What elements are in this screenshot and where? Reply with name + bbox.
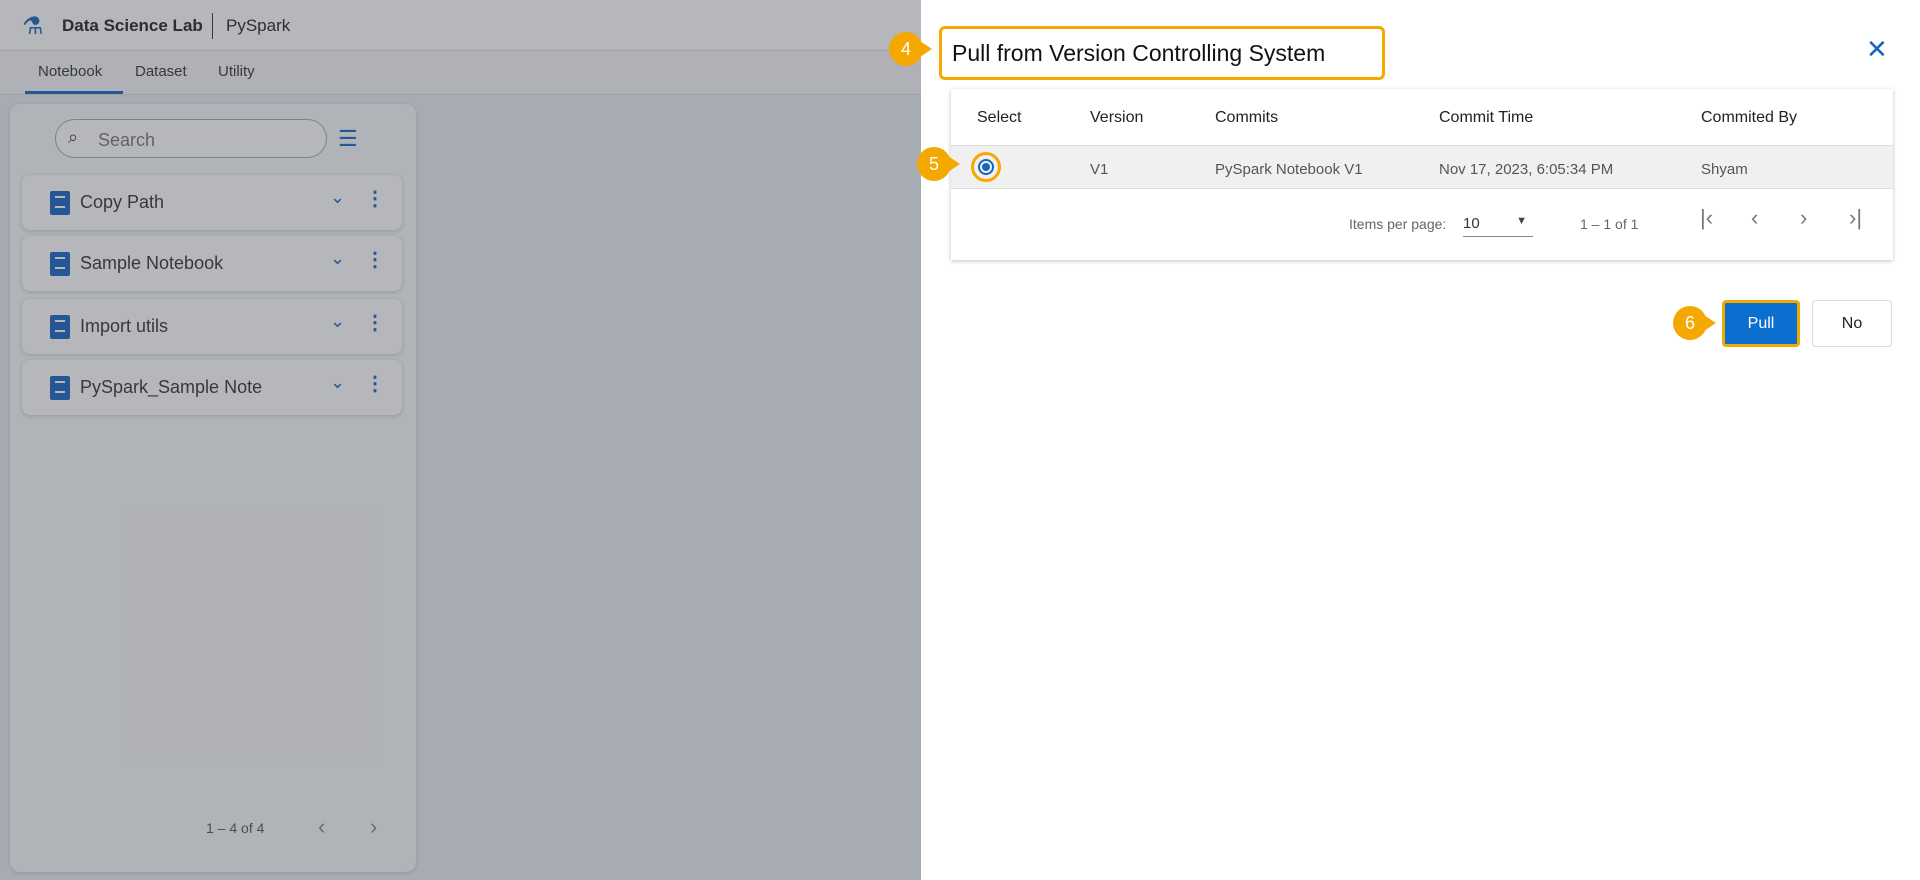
dropdown-arrow-icon: ▼ <box>1516 215 1527 227</box>
pull-dialog: 4 Pull from Version Controlling System ✕… <box>889 0 1920 880</box>
commits-table: Select Version Commits Commit Time Commi… <box>951 89 1893 260</box>
select-radio[interactable] <box>971 152 1001 182</box>
page-range: 1 – 1 of 1 <box>1580 216 1639 232</box>
column-header: Commit Time <box>1439 109 1534 126</box>
items-per-page-label: Items per page: <box>1349 216 1447 232</box>
commit-time-cell: Nov 17, 2023, 6:05:34 PM <box>1439 161 1614 178</box>
no-button[interactable]: No <box>1812 300 1892 347</box>
column-header: Commits <box>1215 109 1279 126</box>
items-per-page-value: 10 <box>1463 215 1480 232</box>
step-badge: 6 <box>1673 306 1716 340</box>
dialog-title: Pull from Version Controlling System <box>939 26 1385 80</box>
last-page-icon[interactable]: ›| <box>1849 205 1862 231</box>
version-cell: V1 <box>1090 161 1109 178</box>
column-header: Version <box>1090 109 1144 126</box>
column-header: Commited By <box>1701 109 1798 126</box>
table-row[interactable]: V1 PySpark Notebook V1 Nov 17, 2023, 6:0… <box>951 145 1893 189</box>
column-header: Select <box>977 109 1022 126</box>
commit-cell: PySpark Notebook V1 <box>1215 161 1363 178</box>
modal-backdrop[interactable] <box>0 0 921 880</box>
pull-button[interactable]: Pull <box>1722 300 1800 347</box>
close-icon[interactable]: ✕ <box>1866 34 1888 65</box>
next-page-icon[interactable]: › <box>1800 205 1807 231</box>
items-per-page-select[interactable]: 10 ▼ <box>1463 209 1533 237</box>
committed-by-cell: Shyam <box>1701 161 1748 178</box>
first-page-icon[interactable]: |‹ <box>1700 205 1713 231</box>
prev-page-icon[interactable]: ‹ <box>1751 205 1758 231</box>
step-badge: 4 <box>889 32 932 66</box>
step-badge: 5 <box>917 147 960 181</box>
